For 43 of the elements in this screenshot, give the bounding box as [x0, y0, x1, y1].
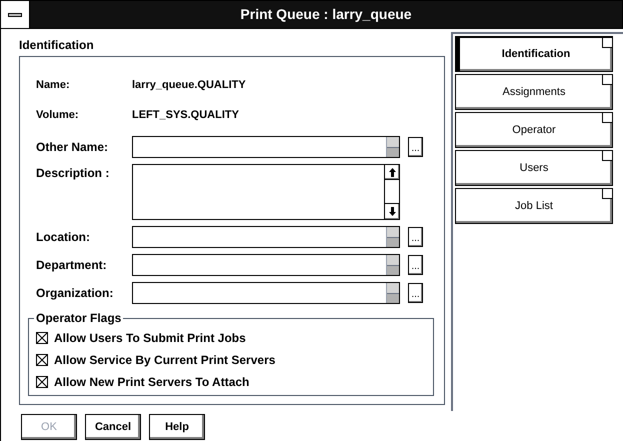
spinner-icon[interactable] — [386, 227, 399, 247]
group-title: Operator Flags — [34, 311, 124, 325]
text-field[interactable] — [132, 282, 400, 304]
checkbox-label: Allow New Print Servers To Attach — [54, 374, 250, 391]
checkbox-label: Allow Users To Submit Print Jobs — [54, 330, 246, 347]
browse-button[interactable]: ... — [408, 137, 423, 157]
tab[interactable]: Identification — [455, 36, 613, 72]
text-field[interactable] — [132, 226, 400, 248]
system-menu-icon[interactable] — [1, 1, 30, 28]
window-title: Print Queue : larry_queue — [239, 5, 413, 24]
browse-button[interactable]: ... — [408, 227, 423, 247]
section-title: Identification — [19, 37, 95, 54]
dialog-button[interactable]: Help — [149, 414, 205, 440]
info-label: Name: — [36, 78, 71, 93]
info-value: larry_queue.QUALITY — [132, 78, 246, 93]
down-arrow-icon — [388, 207, 396, 216]
field-label: Organization: — [36, 285, 114, 302]
spinner-icon[interactable] — [386, 283, 399, 303]
field-label: Department: — [36, 257, 108, 274]
tab[interactable]: Operator — [455, 112, 613, 148]
browse-button[interactable]: ... — [408, 283, 423, 303]
description-field[interactable] — [132, 164, 400, 220]
text-field[interactable] — [132, 136, 400, 158]
text-field[interactable] — [132, 254, 400, 276]
spinner-icon[interactable] — [386, 137, 399, 157]
up-arrow-icon — [388, 168, 396, 176]
field-label: Other Name: — [36, 139, 110, 156]
checkbox[interactable] — [36, 332, 48, 344]
dialog-button[interactable]: Cancel — [85, 414, 141, 440]
field-label: Location: — [36, 229, 91, 246]
info-label: Volume: — [36, 108, 80, 123]
browse-button[interactable]: ... — [408, 255, 423, 275]
checkbox[interactable] — [36, 376, 48, 388]
checkbox-label: Allow Service By Current Print Servers — [54, 352, 276, 369]
spinner-icon[interactable] — [386, 255, 399, 275]
scrollbar[interactable] — [384, 165, 399, 219]
tab[interactable]: Users — [455, 150, 613, 186]
scroll-down-button[interactable] — [385, 204, 399, 219]
checkbox[interactable] — [36, 354, 48, 366]
tab[interactable]: Job List — [455, 188, 613, 224]
tab[interactable]: Assignments — [455, 74, 613, 110]
info-value: LEFT_SYS.QUALITY — [132, 108, 239, 123]
field-label: Description : — [36, 165, 110, 182]
